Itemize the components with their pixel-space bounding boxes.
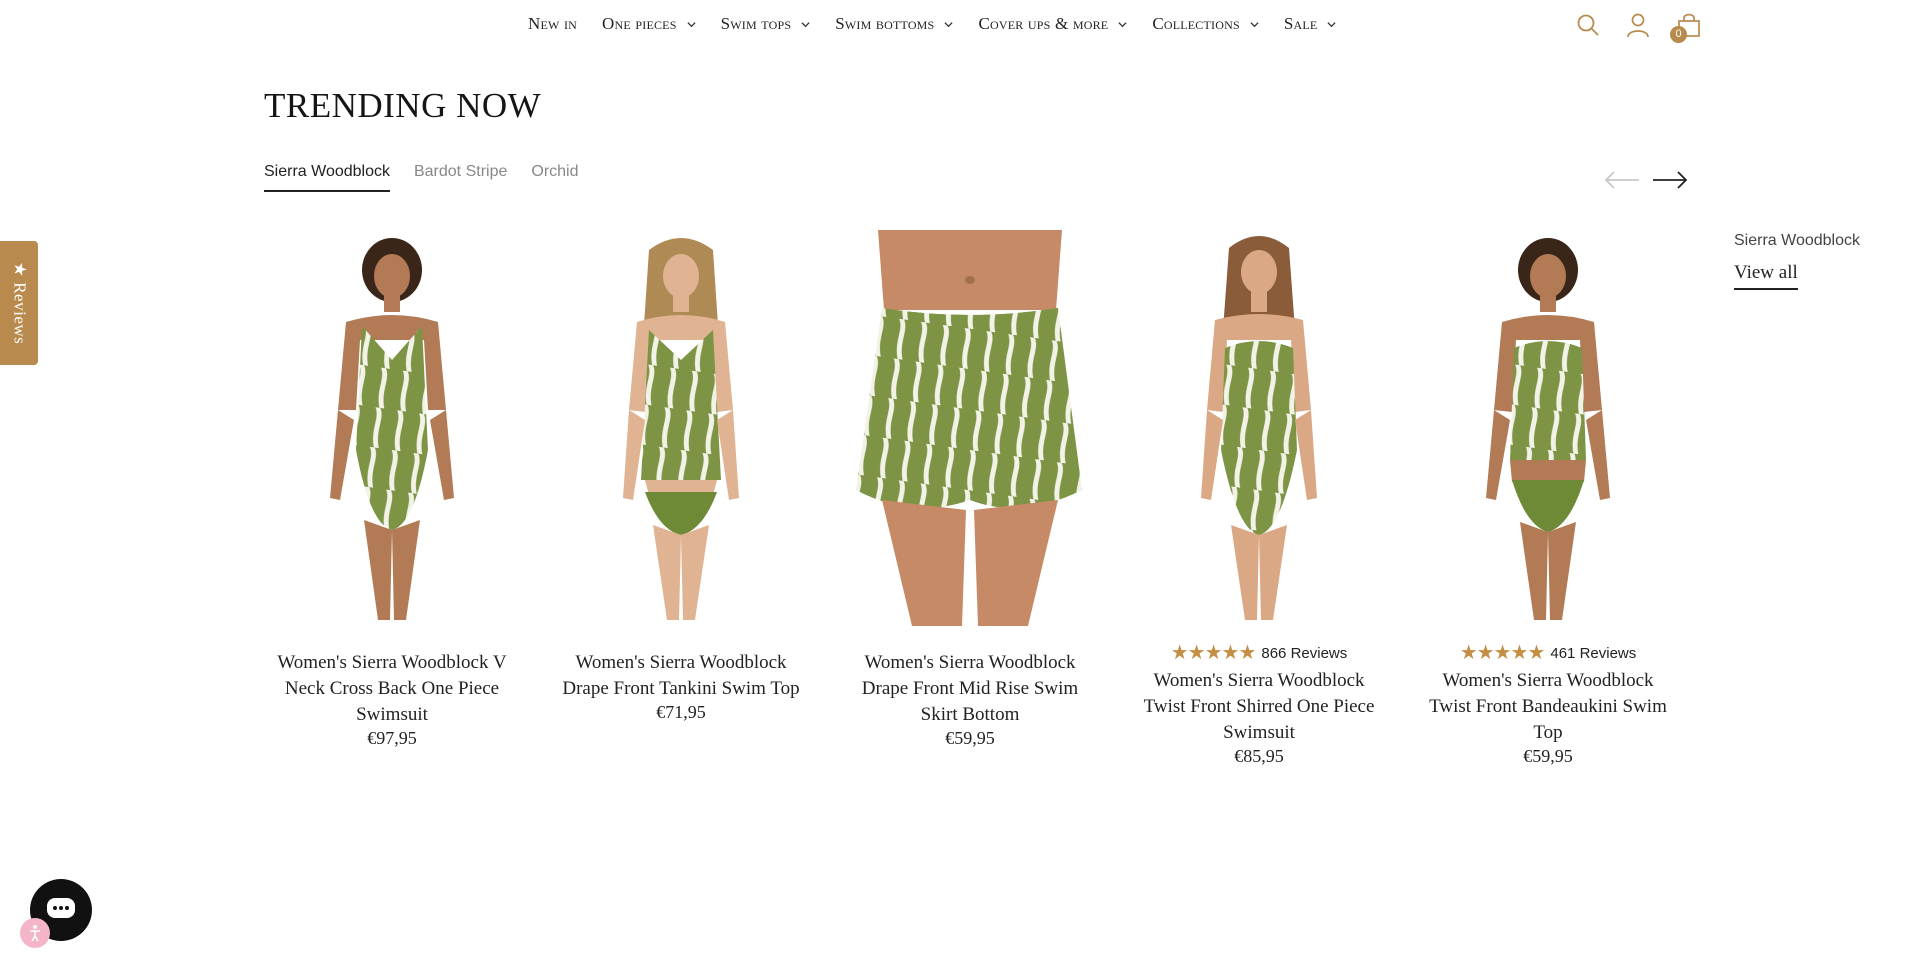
product-price: €71,95 bbox=[656, 702, 706, 722]
nav-swim-tops[interactable]: Swim tops bbox=[721, 14, 811, 34]
collection-name: Sierra Woodblock bbox=[1734, 232, 1860, 249]
product-title[interactable]: Women's Sierra Woodblock V Neck Cross Ba… bbox=[264, 650, 520, 728]
star-rating-icon: ★★★★★ bbox=[1459, 642, 1546, 664]
product-carousel: Women's Sierra Woodblock V Neck Cross Ba… bbox=[264, 230, 1676, 767]
nav-new-in-label: New in bbox=[528, 14, 578, 33]
tab-orchid[interactable]: Orchid bbox=[531, 163, 578, 192]
nav-swim-bottoms[interactable]: Swim bottoms bbox=[835, 14, 954, 34]
cart-count-badge: 0 bbox=[1670, 26, 1687, 43]
accessibility-icon bbox=[30, 925, 40, 942]
tab-sierra-woodblock[interactable]: Sierra Woodblock bbox=[264, 163, 390, 192]
collection-tabs: Sierra Woodblock Bardot Stripe Orchid bbox=[264, 163, 579, 192]
chevron-down-icon bbox=[1118, 21, 1127, 27]
arrow-left-icon[interactable] bbox=[1603, 168, 1641, 192]
review-count: 461 Reviews bbox=[1550, 644, 1637, 662]
product-title[interactable]: Women's Sierra Woodblock Drape Front Mid… bbox=[842, 650, 1098, 728]
product-price: €97,95 bbox=[367, 728, 417, 748]
nav-one-pieces-label: One pieces bbox=[602, 14, 677, 33]
carousel-arrows bbox=[1603, 168, 1689, 192]
product-rating[interactable]: ★★★★★ 866 Reviews bbox=[1171, 642, 1348, 664]
product-image[interactable] bbox=[1420, 230, 1676, 626]
header-icons: 0 bbox=[1576, 12, 1702, 43]
section-title: TRENDING NOW bbox=[264, 86, 542, 125]
chat-bubble-icon bbox=[47, 898, 75, 918]
accessibility-button[interactable] bbox=[20, 918, 50, 948]
nav-sale-label: Sale bbox=[1283, 14, 1318, 33]
product-card[interactable]: Women's Sierra Woodblock Drape Front Tan… bbox=[553, 230, 809, 767]
nav-one-pieces[interactable]: One pieces bbox=[602, 14, 696, 34]
review-count: 866 Reviews bbox=[1261, 644, 1348, 662]
product-price: €59,95 bbox=[945, 728, 995, 748]
main-menu: New in One pieces Swim tops Swim bottoms… bbox=[528, 14, 1361, 34]
nav-new-in[interactable]: New in bbox=[528, 14, 577, 34]
search-icon[interactable] bbox=[1576, 13, 1600, 37]
reviews-tab-label: ★ Reviews bbox=[10, 261, 30, 345]
reviews-tab[interactable]: ★ Reviews bbox=[0, 241, 38, 365]
view-all-link[interactable]: View all bbox=[1734, 262, 1798, 290]
product-image[interactable] bbox=[1131, 230, 1387, 626]
nav-swim-bottoms-label: Swim bottoms bbox=[835, 14, 935, 33]
nav-sale[interactable]: Sale bbox=[1284, 14, 1337, 34]
product-image[interactable] bbox=[553, 230, 809, 626]
account-icon[interactable] bbox=[1626, 12, 1650, 38]
chevron-down-icon bbox=[801, 21, 810, 27]
product-image[interactable] bbox=[842, 230, 1098, 626]
nav-cover-ups-label: Cover ups & more bbox=[978, 14, 1109, 33]
product-card[interactable]: Women's Sierra Woodblock Drape Front Mid… bbox=[842, 230, 1098, 767]
product-price: €85,95 bbox=[1234, 746, 1284, 766]
nav-swim-tops-label: Swim tops bbox=[720, 14, 792, 33]
chevron-down-icon bbox=[1327, 21, 1337, 27]
product-image[interactable] bbox=[264, 230, 520, 626]
product-card[interactable]: ★★★★★ 461 Reviews Women's Sierra Woodblo… bbox=[1420, 230, 1676, 767]
chevron-down-icon bbox=[1250, 21, 1259, 27]
product-price: €59,95 bbox=[1523, 746, 1573, 766]
cart-button[interactable]: 0 bbox=[1670, 12, 1702, 43]
nav-cover-ups[interactable]: Cover ups & more bbox=[978, 14, 1127, 34]
product-rating[interactable]: ★★★★★ 461 Reviews bbox=[1460, 642, 1637, 664]
chevron-down-icon bbox=[944, 21, 954, 27]
chevron-down-icon bbox=[687, 21, 696, 27]
product-card[interactable]: ★★★★★ 866 Reviews Women's Sierra Woodblo… bbox=[1131, 230, 1387, 767]
top-navigation: New in One pieces Swim tops Swim bottoms… bbox=[0, 0, 1920, 52]
nav-collections-label: Collections bbox=[1152, 14, 1240, 33]
product-title[interactable]: Women's Sierra Woodblock Twist Front Ban… bbox=[1420, 668, 1676, 746]
tab-bardot-stripe[interactable]: Bardot Stripe bbox=[414, 163, 507, 192]
arrow-right-icon[interactable] bbox=[1651, 168, 1689, 192]
star-rating-icon: ★★★★★ bbox=[1170, 642, 1257, 664]
nav-collections[interactable]: Collections bbox=[1152, 14, 1259, 34]
product-title[interactable]: Women's Sierra Woodblock Drape Front Tan… bbox=[553, 650, 809, 702]
product-title[interactable]: Women's Sierra Woodblock Twist Front Shi… bbox=[1131, 668, 1387, 746]
collection-sidebar: Sierra Woodblock View all bbox=[1734, 232, 1860, 290]
product-card[interactable]: Women's Sierra Woodblock V Neck Cross Ba… bbox=[264, 230, 520, 767]
